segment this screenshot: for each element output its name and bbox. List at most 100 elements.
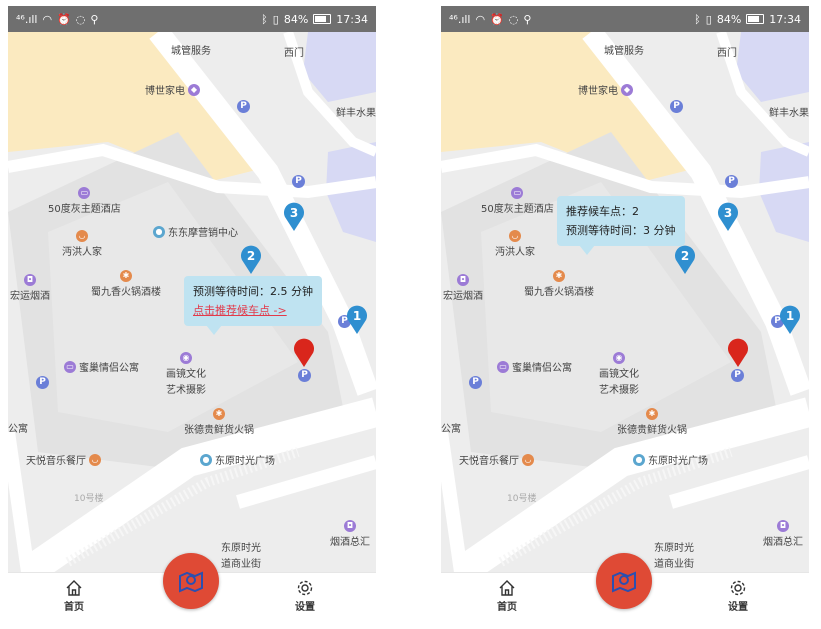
- poi-hongyun[interactable]: ◘ 宏运烟酒: [443, 274, 483, 302]
- clock: 17:34: [336, 12, 368, 26]
- poi-dongdongmo[interactable]: ● 东东摩营销中心: [153, 224, 238, 239]
- store-icon: ◘: [24, 274, 36, 286]
- info-bubble[interactable]: 推荐候车点：2 预测等待时间：3 分钟: [557, 196, 685, 255]
- poi-ximen[interactable]: 西门: [717, 44, 737, 59]
- poi-tianyue[interactable]: 天悦音乐餐厅 ◡: [26, 452, 101, 467]
- usb-icon: ⚲: [90, 12, 99, 26]
- map-location-icon: [612, 571, 636, 593]
- nav-settings[interactable]: 设置: [718, 579, 758, 613]
- poi-dongyuan[interactable]: 东原时光 道商业街: [221, 539, 261, 570]
- poi-shihao[interactable]: 10号楼: [507, 491, 536, 504]
- poi-zhangdegui[interactable]: ✱ 张德贵鲜货火锅: [184, 408, 254, 436]
- restaurant-icon: ✱: [213, 408, 225, 420]
- parking-icon[interactable]: P: [298, 369, 311, 382]
- current-location-pin[interactable]: [293, 338, 315, 368]
- waiting-point-pin-1[interactable]: 1: [346, 305, 368, 335]
- phone-screen-right: ⁴⁶.ıll ◠ ⏰ ◌ ⚲ ᛒ ▯ 84% 17:34 城管服务 西门 博世家…: [441, 6, 809, 618]
- store-icon: ◘: [344, 520, 356, 532]
- poi-michao[interactable]: ▭ 蜜巢情侣公寓: [497, 359, 572, 374]
- battery-icon: [313, 14, 332, 24]
- map-location-icon: [179, 571, 203, 593]
- wifi-icon: ◠: [475, 12, 486, 26]
- poi-yanjiu[interactable]: ◘ 烟酒总汇: [330, 520, 370, 548]
- info-bubble[interactable]: 预测等待时间：2.5 分钟 点击推荐候车点 ->: [184, 276, 322, 335]
- center-map-button[interactable]: [163, 553, 219, 609]
- current-location-pin[interactable]: [727, 338, 749, 368]
- store-icon: ◘: [777, 520, 789, 532]
- home-icon: [499, 580, 515, 596]
- poi-ximen[interactable]: 西门: [284, 44, 304, 59]
- bluetooth-icon: ᛒ: [261, 12, 268, 26]
- restaurant-icon: ◡: [89, 453, 101, 466]
- poi-tianyue[interactable]: 天悦音乐餐厅 ◡: [459, 452, 534, 467]
- recommended-point-text: 推荐候车点：2: [566, 205, 639, 218]
- poi-wushidu[interactable]: ▭ 50度灰主题酒店: [48, 187, 121, 215]
- poi-zhangdegui[interactable]: ✱ 张德贵鲜货火锅: [617, 408, 687, 436]
- store-icon: ◘: [457, 274, 469, 286]
- notification-icon: ◌: [508, 12, 519, 26]
- poi-huajing[interactable]: ◉ 画镜文化 艺术摄影: [599, 352, 639, 396]
- gear-icon: [730, 580, 746, 596]
- office-icon: ●: [200, 453, 212, 466]
- alarm-icon: ⏰: [57, 12, 71, 26]
- poi-gongyu[interactable]: 公寓: [8, 420, 28, 435]
- poi-boshi[interactable]: 博世家电 ◆: [578, 82, 633, 97]
- poi-chengguan[interactable]: 城管服务: [171, 42, 211, 57]
- poi-boshi[interactable]: 博世家电 ◆: [145, 82, 200, 97]
- gear-icon: [297, 580, 313, 596]
- poi-shujiuxiang[interactable]: ✱ 蜀九香火锅酒楼: [91, 270, 161, 298]
- parking-icon[interactable]: P: [292, 175, 305, 188]
- parking-icon[interactable]: P: [731, 369, 744, 382]
- parking-icon[interactable]: P: [469, 376, 482, 389]
- nav-settings[interactable]: 设置: [285, 579, 325, 613]
- waiting-point-pin-2[interactable]: 2: [240, 245, 262, 275]
- poi-gongyu[interactable]: 公寓: [441, 420, 461, 435]
- poi-chengguan[interactable]: 城管服务: [604, 42, 644, 57]
- poi-huajing[interactable]: ◉ 画镜文化 艺术摄影: [166, 352, 206, 396]
- hotel-icon: ▭: [78, 187, 91, 199]
- poi-wuhong[interactable]: ◡ 沔洪人家: [62, 230, 102, 258]
- map-view[interactable]: 城管服务 西门 博世家电 ◆ 鲜丰水果 ▭ 50度灰主题酒店 ◡ 沔洪人家 ◘ 宏运烟酒…: [441, 32, 809, 572]
- camera-icon: ◉: [613, 352, 625, 364]
- poi-xianfeng[interactable]: 鲜丰水果: [336, 104, 376, 119]
- restaurant-icon: ◡: [76, 230, 88, 242]
- hotel-icon: ▭: [511, 187, 524, 199]
- poi-shihao[interactable]: 10号楼: [74, 491, 103, 504]
- parking-icon[interactable]: P: [36, 376, 49, 389]
- parking-icon[interactable]: P: [237, 100, 250, 113]
- poi-wushidu[interactable]: ▭ 50度灰主题酒店: [481, 187, 554, 215]
- vibrate-icon: ▯: [705, 12, 712, 26]
- parking-icon[interactable]: P: [725, 175, 738, 188]
- vibrate-icon: ▯: [272, 12, 279, 26]
- waiting-point-pin-1[interactable]: 1: [779, 305, 801, 335]
- poi-yanjiu[interactable]: ◘ 烟酒总汇: [763, 520, 803, 548]
- location-pin-icon: [294, 338, 314, 367]
- map-view[interactable]: 城管服务 西门 博世家电 ◆ 鲜丰水果 ▭ 50度灰主题酒店 ● 东东摩营销中心 ◡ 沔…: [8, 32, 376, 572]
- poi-dongyuan-sg[interactable]: ● 东原时光广场: [633, 452, 708, 467]
- parking-icon[interactable]: P: [670, 100, 683, 113]
- bottom-nav: 首页 设置: [441, 553, 809, 618]
- poi-shujiuxiang[interactable]: ✱ 蜀九香火锅酒楼: [524, 270, 594, 298]
- poi-wuhong[interactable]: ◡ 沔洪人家: [495, 230, 535, 258]
- waiting-point-pin-3[interactable]: 3: [283, 202, 305, 232]
- nav-home[interactable]: 首页: [54, 579, 94, 613]
- poi-dongyuan[interactable]: 东原时光 道商业街: [654, 539, 694, 570]
- recommend-point-link[interactable]: 点击推荐候车点 ->: [193, 301, 313, 320]
- notification-icon: ◌: [75, 12, 86, 26]
- office-icon: ●: [633, 453, 645, 466]
- poi-xianfeng[interactable]: 鲜丰水果: [769, 104, 809, 119]
- location-pin-icon: [728, 338, 748, 367]
- poi-dongyuan-sg[interactable]: ● 东原时光广场: [200, 452, 275, 467]
- waiting-point-pin-3[interactable]: 3: [717, 202, 739, 232]
- poi-hongyun[interactable]: ◘ 宏运烟酒: [10, 274, 50, 302]
- hotel-icon: ▭: [497, 360, 509, 373]
- signal-indicator: ⁴⁶.ıll: [449, 12, 471, 26]
- wait-time-text: 预测等待时间：2.5 分钟: [193, 285, 313, 298]
- map-roads: [441, 32, 809, 572]
- poi-michao[interactable]: ▭ 蜜巢情侣公寓: [64, 359, 139, 374]
- battery-percent: 84%: [283, 12, 309, 26]
- waiting-point-pin-2[interactable]: 2: [674, 245, 696, 275]
- nav-home[interactable]: 首页: [487, 579, 527, 613]
- center-map-button[interactable]: [596, 553, 652, 609]
- shop-icon: ◆: [621, 83, 633, 96]
